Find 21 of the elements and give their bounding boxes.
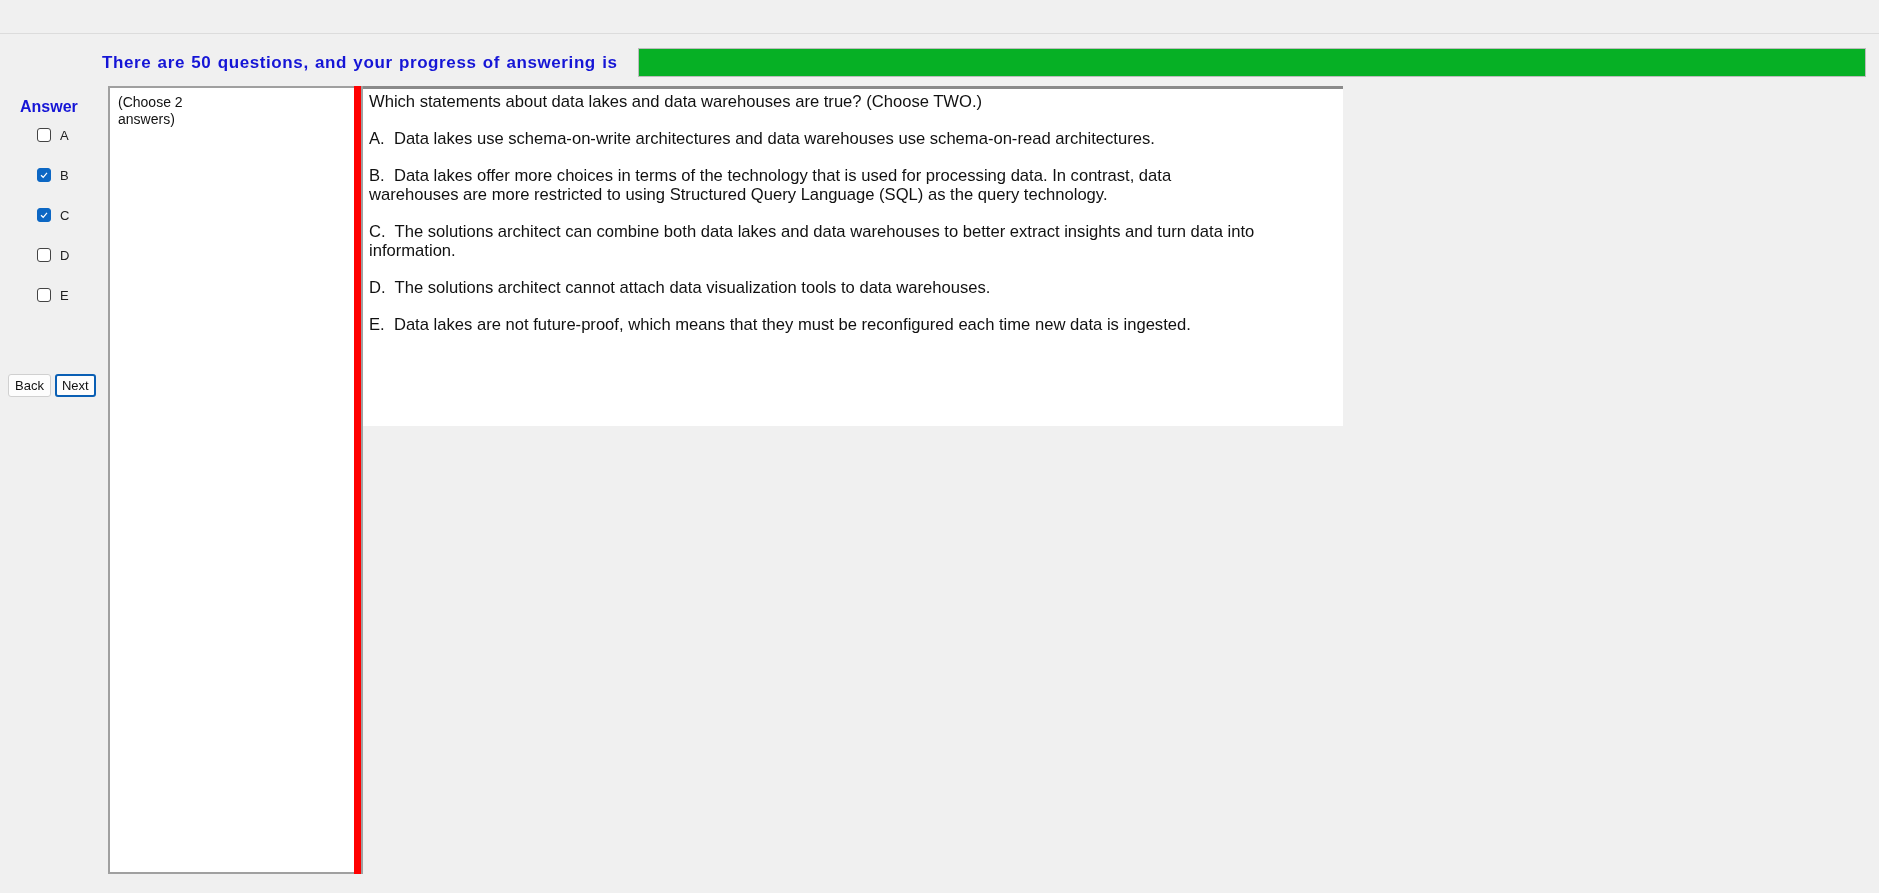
question-paragraph: B. Data lakes offer more choices in terms of the technology that is used for processing data. In contrast, data warehouses are more restricted to using Structured Query Language (SQL) as the query technology. xyxy=(369,166,1173,204)
answer-checkbox[interactable]: A xyxy=(37,126,108,144)
answer-checkbox[interactable]: B xyxy=(37,166,108,184)
checkbox-icon[interactable] xyxy=(37,248,51,262)
answer-checkbox[interactable]: C xyxy=(37,206,108,224)
progress-label: There are 50 questions, and your progress of answering is xyxy=(102,52,618,73)
checkbox-icon[interactable] xyxy=(37,128,51,142)
question-paragraph: Which statements about data lakes and data warehouses are true? (Choose TWO.) xyxy=(369,92,984,111)
next-button[interactable]: Next xyxy=(54,374,96,397)
question-paragraph: D. The solutions architect cannot attach data visualization tools to data warehouses. xyxy=(369,278,992,297)
answer-checkbox[interactable]: E xyxy=(37,286,108,304)
answer-heading: Answer xyxy=(20,98,79,116)
question-paragraph: E. Data lakes are not future-proof, which means that they must be reconfigured each time new data is ingested. xyxy=(369,315,1192,334)
hint-text: (Choose 2 answers) xyxy=(118,94,184,128)
checked-checkbox-icon[interactable] xyxy=(37,208,51,222)
checked-checkbox-icon[interactable] xyxy=(37,168,51,182)
back-button[interactable]: Back xyxy=(8,374,51,397)
question-paragraph: A. Data lakes use schema-on-write architectures and data warehouses use schema-on-read architectures. xyxy=(369,129,1156,148)
checkbox-icon[interactable] xyxy=(37,288,51,302)
answer-checkbox[interactable]: D xyxy=(37,246,108,264)
question-paragraph: C. The solutions architect can combine both data lakes and data warehouses to better extract insights and turn data into information. xyxy=(369,222,1256,260)
